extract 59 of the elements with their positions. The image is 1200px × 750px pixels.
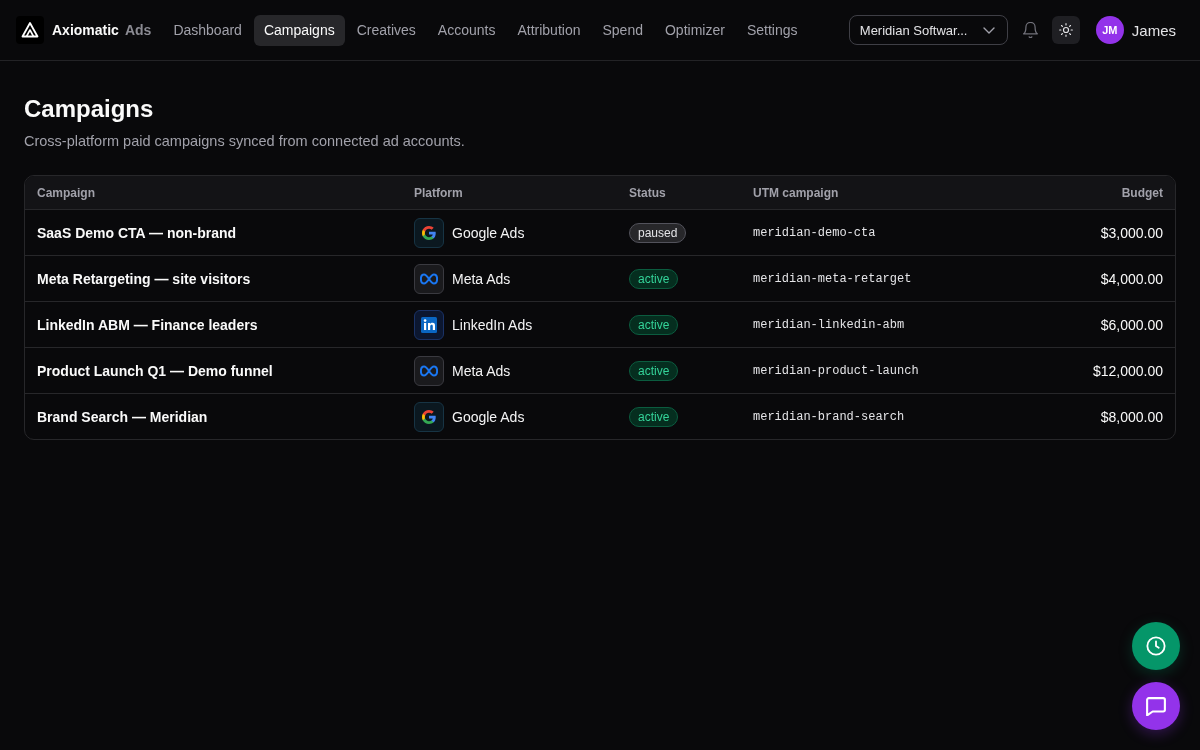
utm-campaign-code: meridian-brand-search <box>753 409 905 424</box>
utm-campaign-code: meridian-demo-cta <box>753 225 876 240</box>
meta-logo-icon <box>414 263 444 294</box>
nav-tab[interactable]: Creatives <box>346 14 426 46</box>
status-badge: active <box>629 268 679 289</box>
user-name[interactable]: James <box>1131 21 1176 39</box>
campaign-name: Meta Retargeting — site visitors <box>37 270 251 287</box>
brand-name: Axiomatic <box>52 22 119 38</box>
campaign-name: Brand Search — Meridian <box>37 408 208 425</box>
column-header: UTM campaign <box>753 185 839 200</box>
campaign-name: SaaS Demo CTA — non-brand <box>37 224 237 241</box>
budget-amount: $3,000.00 <box>1100 224 1163 241</box>
budget-amount: $4,000.00 <box>1100 270 1163 287</box>
column-header: Status <box>629 185 666 200</box>
meta-logo-icon <box>414 355 444 386</box>
nav-tab[interactable]: Settings <box>736 14 808 46</box>
campaign-name: Product Launch Q1 — Demo funnel <box>37 362 273 379</box>
column-header: Budget <box>1121 185 1163 200</box>
triangle-logo-icon[interactable] <box>16 16 44 44</box>
column-header: Campaign <box>37 185 95 200</box>
clock-icon <box>1146 636 1166 656</box>
chat-bubble-icon <box>1146 696 1166 716</box>
utm-campaign-code: meridian-linkedin-abm <box>753 317 905 332</box>
platform-name: Google Ads <box>452 408 525 425</box>
status-badge: active <box>629 360 679 381</box>
status-badge: active <box>629 314 679 335</box>
google-logo-icon <box>414 217 444 248</box>
sun-icon <box>1058 23 1073 37</box>
platform-name: Meta Ads <box>452 362 511 379</box>
utm-campaign-code: meridian-product-launch <box>753 363 919 378</box>
theme-toggle-button[interactable] <box>1051 16 1080 44</box>
campaign-name: LinkedIn ABM — Finance leaders <box>37 316 258 333</box>
linkedin-logo-icon <box>414 309 444 340</box>
brand-suffix: Ads <box>124 22 152 38</box>
platform-name: LinkedIn Ads <box>452 316 533 333</box>
column-header: Platform <box>414 185 463 200</box>
clock-button[interactable] <box>1132 622 1180 670</box>
bell-icon[interactable] <box>1022 22 1038 38</box>
utm-campaign-code: meridian-meta-retarget <box>753 271 912 286</box>
budget-amount: $12,000.00 <box>1092 362 1163 379</box>
google-logo-icon <box>414 401 444 432</box>
page-title: Campaigns <box>24 94 155 124</box>
nav-tab[interactable]: Dashboard <box>163 14 252 46</box>
account-select[interactable]: Meridian Softwar... <box>848 15 1008 45</box>
user-avatar[interactable]: JM <box>1095 16 1124 44</box>
status-badge: active <box>629 406 679 427</box>
nav-tab[interactable]: Optimizer <box>654 14 735 46</box>
platform-name: Meta Ads <box>452 270 511 287</box>
budget-amount: $6,000.00 <box>1100 316 1163 333</box>
page-subtitle: Cross-platform paid campaigns synced from connected ad accounts. <box>24 132 466 151</box>
chat-button[interactable] <box>1132 682 1180 730</box>
budget-amount: $8,000.00 <box>1100 408 1163 425</box>
chevron-down-icon <box>982 26 995 34</box>
status-badge: paused <box>629 222 687 243</box>
nav-tab[interactable]: Attribution <box>507 14 591 46</box>
nav-tab[interactable]: Spend <box>592 14 653 46</box>
nav-tab[interactable]: Accounts <box>427 14 506 46</box>
nav-tab[interactable]: Campaigns <box>253 14 345 46</box>
platform-name: Google Ads <box>452 224 525 241</box>
